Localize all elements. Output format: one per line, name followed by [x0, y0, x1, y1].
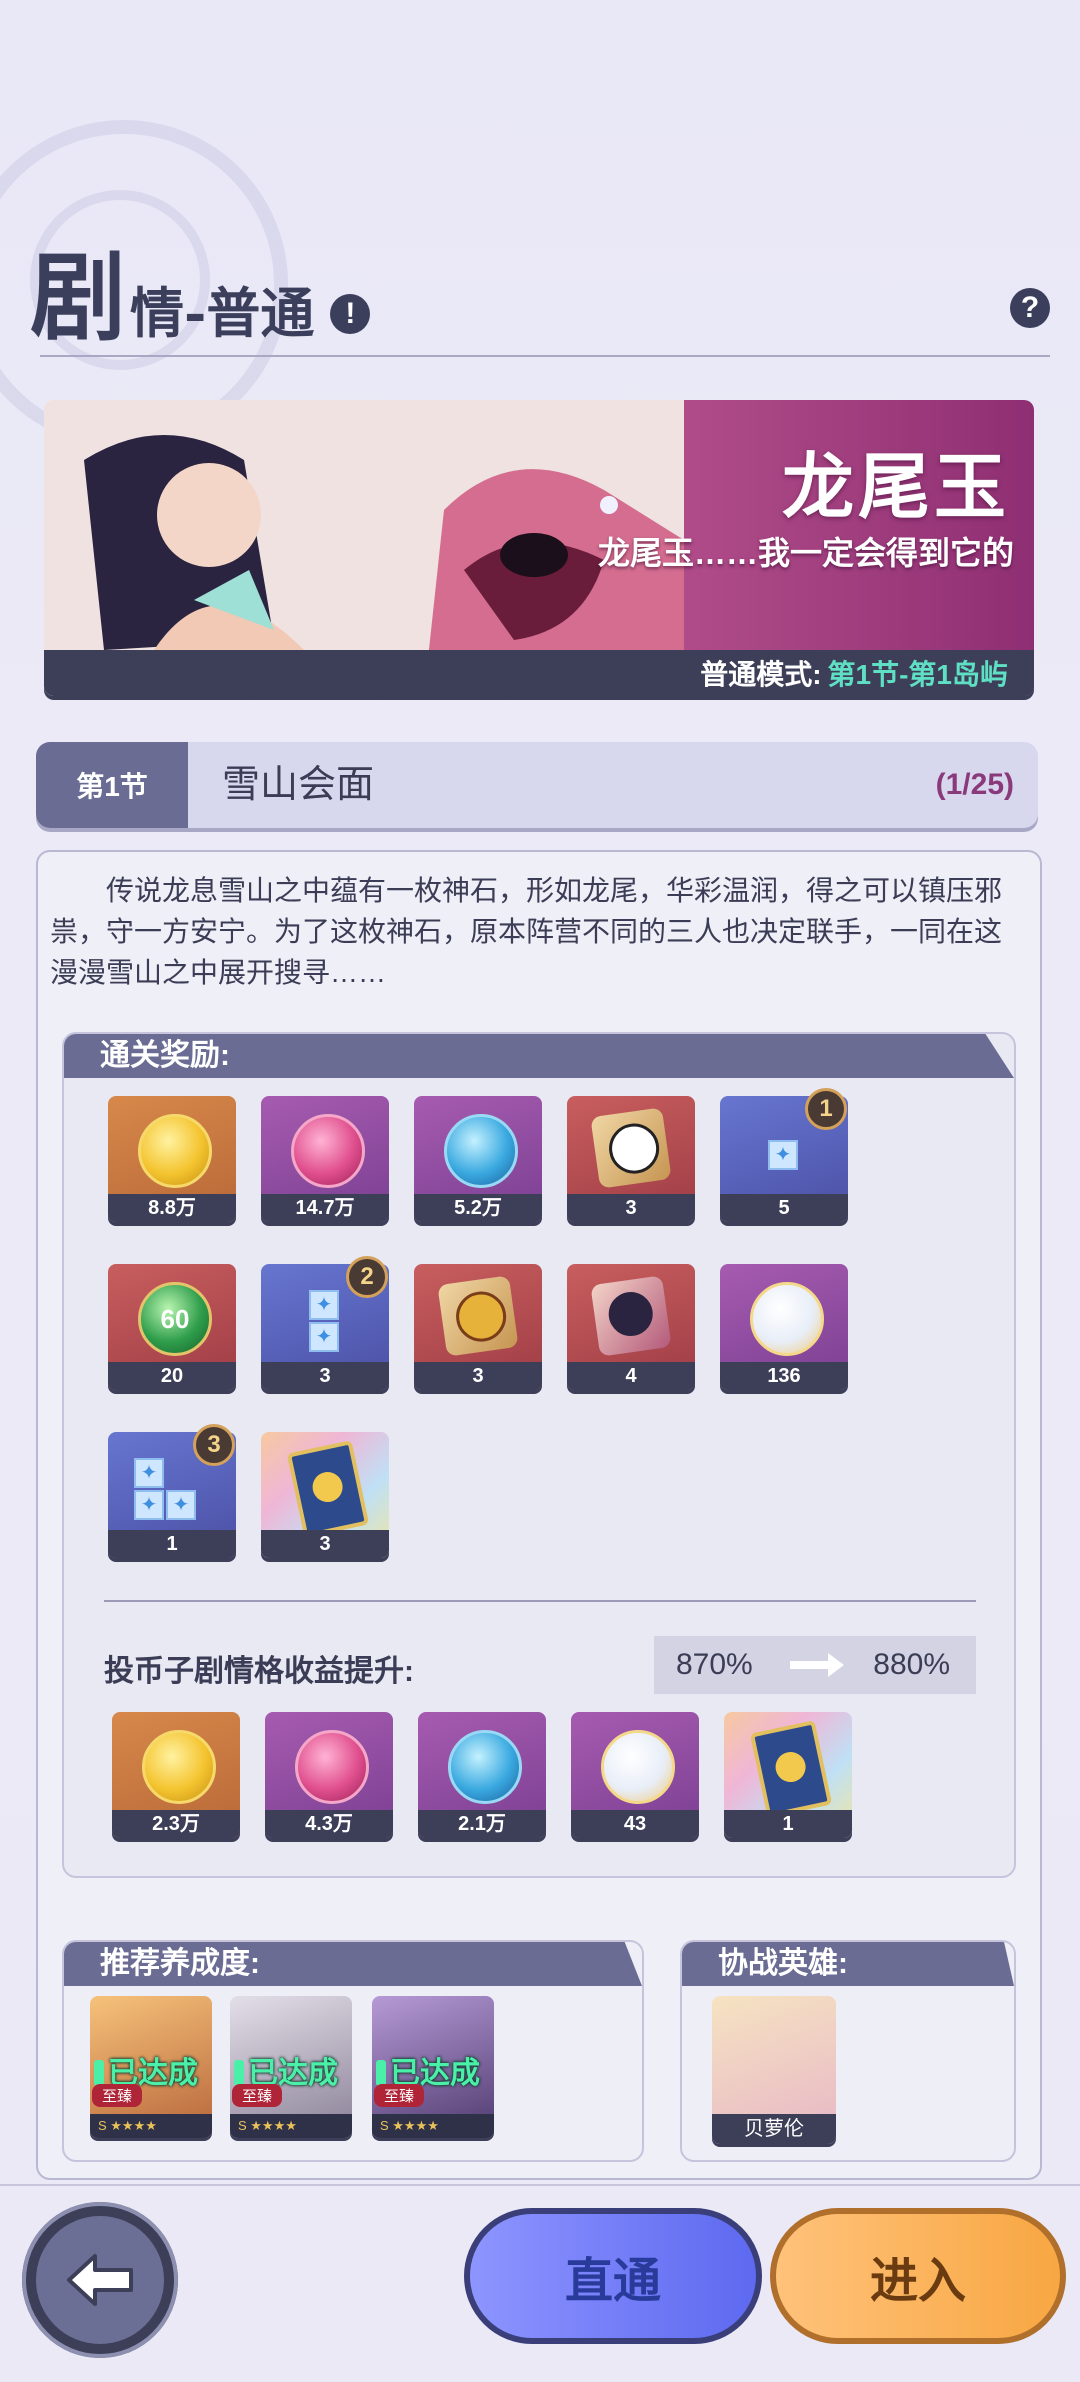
bonus-item-pink-orb[interactable]: 4.3万 — [265, 1712, 393, 1838]
level-badge: 3 — [193, 1424, 235, 1466]
title-first-char: 剧 — [30, 241, 126, 354]
reward-count: 3 — [261, 1530, 389, 1558]
back-button[interactable] — [22, 2202, 178, 2358]
reward-count: 1 — [108, 1530, 236, 1558]
arrow-left-icon — [67, 2254, 133, 2306]
hero-grade: S ★★★★ — [230, 2114, 352, 2138]
level-badge: 2 — [346, 1256, 388, 1298]
hero-card[interactable]: 已达成 至臻 S ★★★★ — [90, 1996, 212, 2138]
boss-banner: 龙尾玉 龙尾玉……我一定会得到它的 普通模式: 第1节-第1岛屿 — [44, 400, 1034, 696]
rank-tag: 至臻 — [232, 2084, 283, 2107]
bonus-item-white-crystal[interactable]: 43 — [571, 1712, 699, 1838]
bonus-rate-box: 870% 880% — [654, 1636, 976, 1694]
reward-count: 4 — [567, 1362, 695, 1390]
star-tile-2-icon: ✦ — [309, 1322, 339, 1352]
reward-count: 3 — [567, 1194, 695, 1222]
mode-value: 第1节-第1岛屿 — [827, 659, 1008, 690]
boss-name: 龙尾玉 — [781, 444, 1010, 529]
blue-orb-icon — [444, 1114, 518, 1188]
back-button-face — [36, 2216, 164, 2344]
header-divider — [40, 355, 1050, 357]
bonus-item-coin[interactable]: 2.3万 — [112, 1712, 240, 1838]
help-icon[interactable]: ? — [1010, 288, 1050, 328]
bonus-to: 880% — [873, 1648, 950, 1681]
page-title: 剧 情-普通 ! — [30, 241, 371, 354]
card-pack-icon — [286, 1440, 370, 1538]
blue-orb-icon — [448, 1730, 522, 1804]
puzzle-piece-icon — [437, 1275, 519, 1357]
rank-tag: 至臻 — [92, 2084, 143, 2107]
hero-grade: S ★★★★ — [90, 2114, 212, 2138]
bottom-divider — [0, 2184, 1080, 2186]
reward-item-coin[interactable]: 8.8万 — [108, 1096, 236, 1222]
hero-card[interactable]: 已达成 至臻 S ★★★★ — [372, 1996, 494, 2138]
star-tile-2-icon: ✦ — [309, 1290, 339, 1320]
chapter-bar: 第1节 雪山会面 (1/25) — [36, 742, 1038, 828]
reward-item-puzzle[interactable]: 3 — [567, 1096, 695, 1222]
bonus-count: 2.1万 — [418, 1810, 546, 1838]
reward-item-white-crystal[interactable]: 136 — [720, 1264, 848, 1390]
star-tile-3-icon: ✦ — [166, 1490, 196, 1520]
assist-hero-name: 贝萝伦 — [712, 2114, 836, 2144]
rewards-heading: 通关奖励: — [64, 1034, 1014, 1078]
star-tile-3-icon: ✦ — [134, 1490, 164, 1520]
level-badge: 1 — [805, 1088, 847, 1130]
boss-quote: 龙尾玉……我一定会得到它的 — [597, 535, 1014, 571]
reward-count: 5.2万 — [414, 1194, 542, 1222]
reward-count: 5 — [720, 1194, 848, 1222]
mode-label: 普通模式: — [700, 659, 822, 690]
reward-count: 8.8万 — [108, 1194, 236, 1222]
bonus-label: 投币子剧情格收益提升: — [104, 1655, 414, 1688]
star-tile-3-icon: ✦ — [134, 1458, 164, 1488]
chapter-tag: 第1节 — [36, 742, 188, 828]
arrow-right-icon — [790, 1653, 844, 1677]
card-pack-icon — [749, 1720, 833, 1818]
reward-item-card-pack[interactable]: 3 — [261, 1432, 389, 1558]
bonus-count: 1 — [724, 1810, 852, 1838]
bonus-item-blue-orb[interactable]: 2.1万 — [418, 1712, 546, 1838]
green-token-icon: 60 — [138, 1282, 212, 1356]
reward-count: 20 — [108, 1362, 236, 1390]
reward-count: 14.7万 — [261, 1194, 389, 1222]
enter-button[interactable]: 进入 — [770, 2208, 1066, 2344]
reward-item-puzzle[interactable]: 4 — [567, 1264, 695, 1390]
bonus-count: 4.3万 — [265, 1810, 393, 1838]
title-rest: 情-普通 — [130, 281, 315, 346]
star-tile-1-icon: ✦ — [768, 1140, 798, 1170]
hero-grade: S ★★★★ — [372, 2114, 494, 2138]
puzzle-piece-icon — [590, 1275, 672, 1357]
assist-hero-card[interactable]: 贝萝伦 — [712, 1996, 836, 2144]
pink-orb-icon — [291, 1114, 365, 1188]
pink-orb-icon — [295, 1730, 369, 1804]
puzzle-piece-icon — [590, 1107, 672, 1189]
gold-coin-icon — [138, 1114, 212, 1188]
bonus-from: 870% — [676, 1648, 753, 1681]
alert-icon[interactable]: ! — [330, 294, 371, 334]
hero-card[interactable]: 已达成 至臻 S ★★★★ — [230, 1996, 352, 2138]
reward-count: 3 — [261, 1362, 389, 1390]
rank-tag: 至臻 — [374, 2084, 425, 2107]
bonus-count: 43 — [571, 1810, 699, 1838]
reward-item-green-token[interactable]: 60 20 — [108, 1264, 236, 1390]
assist-heading: 协战英雄: — [682, 1942, 1014, 1986]
reward-count: 3 — [414, 1362, 542, 1390]
mode-bar: 普通模式: 第1节-第1岛屿 — [44, 650, 1034, 696]
direct-button[interactable]: 直通 — [464, 2208, 762, 2344]
chapter-title: 雪山会面 — [222, 764, 375, 806]
white-crystal-icon — [750, 1282, 824, 1356]
rewards-divider — [104, 1600, 976, 1602]
token-label: 60 — [160, 1303, 190, 1334]
reward-count: 136 — [720, 1362, 848, 1390]
bonus-item-card-pack[interactable]: 1 — [724, 1712, 852, 1838]
bonus-count: 2.3万 — [112, 1810, 240, 1838]
recommend-heading: 推荐养成度: — [64, 1942, 642, 1986]
gold-coin-icon — [142, 1730, 216, 1804]
white-crystal-icon — [601, 1730, 675, 1804]
reward-item-pink-orb[interactable]: 14.7万 — [261, 1096, 389, 1222]
reward-item-blue-orb[interactable]: 5.2万 — [414, 1096, 542, 1222]
story-text: 传说龙息雪山之中蕴有一枚神石，形如龙尾，华彩温润，得之可以镇压邪祟，守一方安宁。… — [50, 875, 1003, 988]
reward-item-puzzle[interactable]: 3 — [414, 1264, 542, 1390]
chapter-progress: (1/25) — [935, 768, 1014, 801]
